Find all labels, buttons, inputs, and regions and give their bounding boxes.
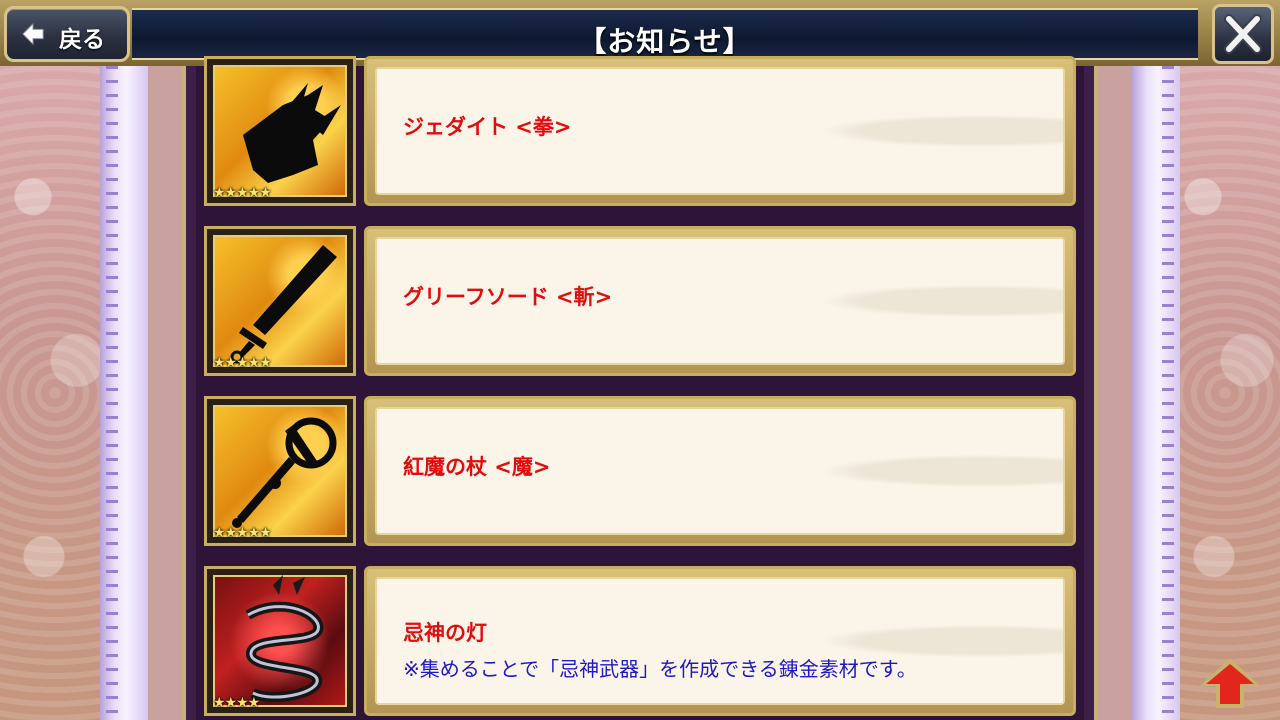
diamond-arrow-left-icon — [22, 22, 44, 46]
item-card: 忌神の灯 ※集めることで「忌神武器」を作成できる錬金素材です。 — [364, 566, 1076, 716]
rarity-stars: ★★★★★ — [213, 525, 272, 541]
item-description: ※集めることで「忌神武器」を作成できる錬金素材です。 — [403, 657, 917, 681]
ornate-background-right — [1170, 66, 1280, 720]
fist-weapon-icon — [243, 83, 341, 183]
item-icon-frame: ★★★★★ — [204, 226, 356, 376]
close-icon — [1224, 14, 1262, 54]
item-icon-frame: ★★★★ — [204, 566, 356, 716]
back-button-label: 戻る — [59, 27, 105, 53]
item-card: グリーフソード <斬> — [364, 226, 1076, 376]
rarity-stars: ★★★★★ — [213, 355, 272, 371]
pillar-right — [1132, 66, 1180, 720]
rarity-stars: ★★★★★ — [213, 185, 272, 201]
list-item[interactable]: ★★★★★ グリーフソード <斬> — [204, 226, 1076, 376]
list-item[interactable]: ★★★★★ 紅魔の杖 <魔> — [204, 396, 1076, 546]
pillar-left — [100, 66, 148, 720]
scroll-up-arrow-icon[interactable] — [1198, 656, 1262, 710]
sword-icon — [230, 245, 337, 364]
back-button[interactable]: 戻る — [4, 6, 130, 62]
list-item[interactable]: ★★★★★ ジェダイト <拳> — [204, 56, 1076, 206]
item-card: ジェダイト <拳> — [364, 56, 1076, 206]
staff-icon — [232, 417, 337, 528]
rarity-stars: ★★★★ — [213, 695, 260, 711]
spiral-lamp-icon — [245, 575, 324, 703]
list-item[interactable]: ★★★★ 忌神の灯 ※集めることで「忌神武器」を作成できる錬金素材です。 — [204, 566, 1076, 716]
page-title: 【お知らせ】 — [578, 25, 752, 58]
item-icon-frame: ★★★★★ — [204, 56, 356, 206]
item-name: 紅魔の杖 <魔> — [403, 455, 551, 479]
item-name: グリーフソード <斬> — [403, 285, 613, 309]
item-card: 紅魔の杖 <魔> — [364, 396, 1076, 546]
close-button[interactable] — [1212, 4, 1274, 64]
title-bar: 【お知らせ】 — [132, 8, 1198, 60]
item-icon-frame: ★★★★★ — [204, 396, 356, 546]
ornate-background-left — [0, 66, 110, 720]
item-name: ジェダイト <拳> — [403, 115, 572, 139]
item-name: 忌神の灯 — [403, 621, 487, 645]
